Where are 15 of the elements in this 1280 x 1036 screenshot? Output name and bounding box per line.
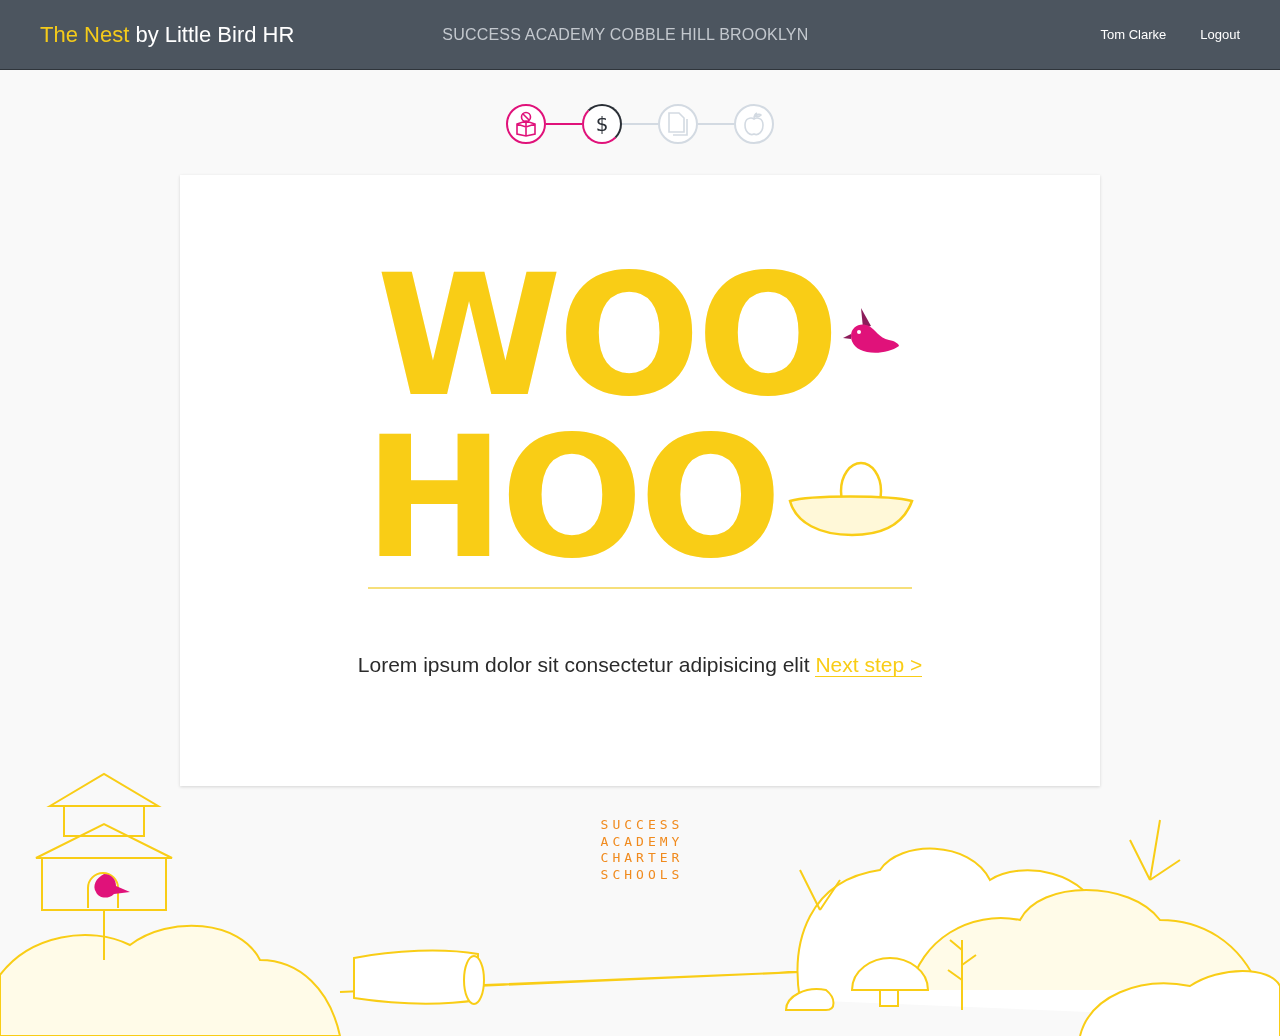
school-logo-text: CHARTER <box>599 850 684 867</box>
message-text: Lorem ipsum dolor sit consectetur adipisicing elit Next step > <box>356 653 924 677</box>
document-icon <box>667 111 689 137</box>
school-name: SUCCESS ACADEMY COBBLE HILL BROOKLYN <box>441 25 810 44</box>
brand-logo[interactable]: The Nest by Little Bird HR <box>40 21 295 48</box>
headline-text: HOO <box>363 417 779 579</box>
user-name-link[interactable]: Tom Clarke <box>1100 27 1167 42</box>
logout-link[interactable]: Logout <box>1200 27 1240 42</box>
apple-icon <box>742 111 766 137</box>
headline-text: WOO <box>376 255 836 417</box>
school-logo-text: ACADEMY <box>599 833 684 850</box>
school-logo-text: SUCCESS <box>599 817 684 834</box>
step-button[interactable]: $ <box>582 104 622 144</box>
school-logo-text: SCHOOLS <box>599 866 684 883</box>
step-button[interactable] <box>506 104 546 144</box>
